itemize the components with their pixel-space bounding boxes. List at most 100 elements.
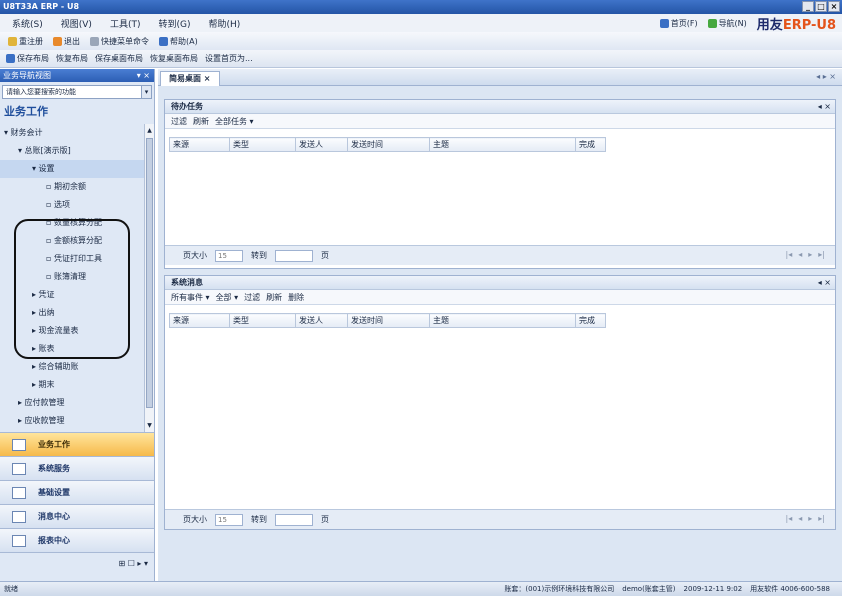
message-toolbar: 所有事件 ▾ 全部 ▾ 过滤 刷新 删除 — [165, 290, 835, 305]
col-send-time[interactable]: 发送时间 — [347, 137, 430, 152]
nav-button[interactable]: 导航(N) — [707, 18, 747, 29]
scroll-thumb[interactable] — [146, 138, 153, 408]
panel-business-work[interactable]: 业务工作 — [0, 432, 154, 456]
col-done[interactable]: 完成 — [575, 137, 606, 152]
scroll-down-icon[interactable]: ▼ — [145, 421, 154, 430]
message-delete-button[interactable]: 删除 — [288, 292, 304, 303]
relogin-button[interactable]: 重注册 — [8, 36, 43, 47]
col-source[interactable]: 来源 — [169, 137, 230, 152]
shortcut-menu-button[interactable]: 快捷菜单命令 — [90, 36, 149, 47]
next-page-icon[interactable]: ▸ — [808, 250, 812, 259]
maximize-button[interactable]: □ — [815, 1, 827, 12]
first-page-icon[interactable]: |◂ — [786, 250, 793, 259]
col-type[interactable]: 类型 — [229, 137, 296, 152]
message-page-size-input[interactable]: 15 — [215, 513, 243, 526]
tab-simple-desktop[interactable]: 简易桌面 × — [160, 71, 220, 86]
scroll-up-icon[interactable]: ▲ — [145, 126, 154, 135]
close-button[interactable]: × — [828, 1, 840, 12]
search-dropdown-icon[interactable]: ▾ — [141, 86, 151, 98]
todo-pane: 待办任务 ◂ × 过滤 刷新 全部任务 ▾ 来源 类型 发送人 发送时间 主题 … — [164, 99, 836, 269]
last-page-icon[interactable]: ▸| — [818, 250, 825, 259]
save-icon — [6, 54, 15, 63]
panel-system-service[interactable]: 系统服务 — [0, 456, 154, 480]
home-button[interactable]: 首页(F) — [659, 18, 698, 29]
tab-controls[interactable]: ◂ ▸ × — [816, 72, 836, 81]
minimize-button[interactable]: _ — [802, 1, 814, 12]
help-button[interactable]: 帮助(A) — [159, 36, 198, 47]
last-page-icon[interactable]: ▸| — [818, 514, 825, 523]
menu-view[interactable]: 视图(V) — [61, 17, 92, 30]
next-page-icon[interactable]: ▸ — [808, 514, 812, 523]
save-layout-button[interactable]: 保存布局 — [6, 53, 49, 64]
menu-right: 首页(F) 导航(N) 用友ERP-U8 — [659, 14, 836, 33]
restore-desktop-layout-button[interactable]: 恢复桌面布局 — [150, 53, 198, 64]
todo-toolbar: 过滤 刷新 全部任务 ▾ — [165, 114, 835, 129]
col-sender[interactable]: 发送人 — [295, 137, 348, 152]
prev-page-icon[interactable]: ◂ — [798, 514, 802, 523]
sidebar-header-controls[interactable]: ▾ × — [137, 69, 150, 82]
sidebar-search-input[interactable]: 请输入您要搜索的功能 ▾ — [2, 85, 152, 99]
message-events-dropdown[interactable]: 所有事件 ▾ — [171, 292, 210, 303]
todo-page-size-input[interactable]: 15 — [215, 249, 243, 262]
col-subject[interactable]: 主题 — [429, 313, 576, 328]
tree-node[interactable]: ▸ 账表 — [0, 340, 144, 358]
todo-filter-button[interactable]: 过滤 — [171, 116, 187, 127]
menu-goto[interactable]: 转到(G) — [158, 17, 190, 30]
basic-settings-icon — [12, 486, 26, 499]
status-datetime: 2009-12-11 9:02 — [683, 585, 743, 593]
tree-node[interactable]: ▸ 期末 — [0, 376, 144, 394]
todo-pane-header: 待办任务 ◂ × — [165, 100, 835, 114]
menu-tools[interactable]: 工具(T) — [110, 17, 141, 30]
col-sender[interactable]: 发送人 — [295, 313, 348, 328]
tree-node-label: ▸ 现金流量表 — [32, 326, 79, 335]
panel-basic-settings[interactable]: 基础设置 — [0, 480, 154, 504]
todo-refresh-button[interactable]: 刷新 — [193, 116, 209, 127]
panel-config-icons[interactable]: ⊞ ☐ ▸ ▾ — [0, 552, 154, 574]
col-type[interactable]: 类型 — [229, 313, 296, 328]
tree-node-label: ▸ 应付款管理 — [18, 398, 65, 407]
prev-page-icon[interactable]: ◂ — [798, 250, 802, 259]
tree-node[interactable]: ▸ 综合辅助账 — [0, 358, 144, 376]
menu-help[interactable]: 帮助(H) — [208, 17, 240, 30]
message-all-dropdown[interactable]: 全部 ▾ — [216, 292, 239, 303]
todo-goto-input[interactable] — [275, 249, 313, 262]
status-ready: 就绪 — [4, 585, 18, 593]
tree-node[interactable]: ▫ 选项 — [0, 196, 144, 214]
message-pane-close[interactable]: ◂ × — [818, 276, 831, 290]
todo-pane-close[interactable]: ◂ × — [818, 100, 831, 114]
todo-all-tasks-dropdown[interactable]: 全部任务 ▾ — [215, 116, 254, 127]
tree-scrollbar[interactable]: ▲ ▼ — [144, 124, 154, 432]
panel-report-center[interactable]: 报表中心 — [0, 528, 154, 552]
message-refresh-button[interactable]: 刷新 — [266, 292, 282, 303]
tree-node[interactable]: ▾ 财务会计 — [0, 124, 144, 142]
tree-node[interactable]: ▫ 账簿清理 — [0, 268, 144, 286]
restore-layout-button[interactable]: 恢复布局 — [56, 53, 88, 64]
tree-node[interactable]: ▫ 数量核算分配 — [0, 214, 144, 232]
save-desktop-layout-button[interactable]: 保存桌面布局 — [95, 53, 143, 64]
col-source[interactable]: 来源 — [169, 313, 230, 328]
tree-node[interactable]: ▾ 设置 — [0, 160, 144, 178]
tree-node[interactable]: ▫ 金额核算分配 — [0, 232, 144, 250]
tree-node[interactable]: ▫ 期初余额 — [0, 178, 144, 196]
tree-node[interactable]: ▸ 应付款管理 — [0, 394, 144, 412]
tree-node[interactable]: ▾ 总账[演示版] — [0, 142, 144, 160]
tree-node[interactable]: ▸ 出纳 — [0, 304, 144, 322]
panel-message-center[interactable]: 消息中心 — [0, 504, 154, 528]
message-goto-input[interactable] — [275, 513, 313, 526]
exit-button[interactable]: 退出 — [53, 36, 80, 47]
message-filter-button[interactable]: 过滤 — [244, 292, 260, 303]
todo-grid: 来源 类型 发送人 发送时间 主题 完成 — [169, 137, 606, 152]
col-send-time[interactable]: 发送时间 — [347, 313, 430, 328]
tree-node[interactable]: ▸ 凭证 — [0, 286, 144, 304]
message-grid: 来源 类型 发送人 发送时间 主题 完成 — [169, 313, 606, 328]
col-done[interactable]: 完成 — [575, 313, 606, 328]
tree-node[interactable]: ▸ 应收款管理 — [0, 412, 144, 430]
menu-system[interactable]: 系统(S) — [12, 17, 43, 30]
first-page-icon[interactable]: |◂ — [786, 514, 793, 523]
set-homepage-button[interactable]: 设置首页为... — [205, 53, 253, 64]
col-subject[interactable]: 主题 — [429, 137, 576, 152]
shortcut-icon — [90, 36, 99, 46]
document-icon: ▫ — [46, 218, 54, 227]
tree-node[interactable]: ▫ 凭证打印工具 — [0, 250, 144, 268]
tree-node[interactable]: ▸ 现金流量表 — [0, 322, 144, 340]
